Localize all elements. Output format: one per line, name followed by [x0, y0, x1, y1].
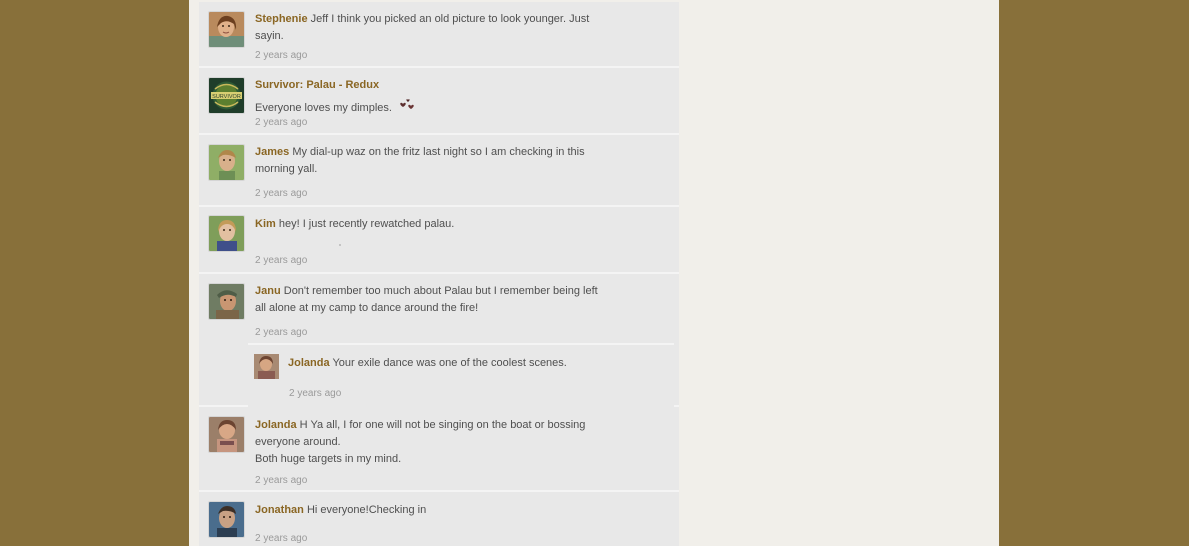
- comment-post: SURVIVOR Survivor: Palau - Redux Everyon…: [199, 68, 679, 135]
- svg-text:SURVIVOR: SURVIVOR: [212, 94, 241, 100]
- divider-dot: [339, 244, 341, 246]
- stephenie-avatar-icon[interactable]: [209, 12, 244, 47]
- reply-text: Your exile dance was one of the coolest …: [332, 357, 567, 369]
- comment-time: 2 years ago: [255, 475, 308, 486]
- comment-post: Janu Don't remember too much about Palau…: [199, 274, 679, 407]
- comment-body: Jonathan Hi everyone!Checking in: [255, 502, 605, 519]
- comment-text: My dial-up waz on the fritz last night s…: [255, 146, 585, 175]
- comment-post: Kim hey! I just recently rewatched palau…: [199, 207, 679, 274]
- comment-text: Hi everyone!Checking in: [306, 504, 427, 516]
- jolanda-avatar-icon[interactable]: [209, 417, 244, 452]
- comment-author[interactable]: Janu: [255, 285, 281, 297]
- comment-author[interactable]: Jonathan: [255, 504, 304, 516]
- comment-text: Don't remember too much about Palau but …: [255, 285, 598, 314]
- janu-avatar-icon[interactable]: [209, 284, 244, 319]
- comment-time: 2 years ago: [255, 50, 308, 61]
- comment-post: James My dial-up waz on the fritz last n…: [199, 135, 679, 207]
- reply-author[interactable]: Jolanda: [288, 357, 330, 369]
- jolanda-reply-avatar-icon[interactable]: [254, 354, 279, 379]
- comment-post: Stephenie Jeff I think you picked an old…: [199, 2, 679, 68]
- kim-avatar-icon[interactable]: [209, 216, 244, 251]
- comment-body: Stephenie Jeff I think you picked an old…: [255, 11, 605, 45]
- comment-text: H Ya all, I for one will not be singing …: [255, 419, 586, 448]
- comment-body: Jolanda H Ya all, I for one will not be …: [255, 417, 605, 468]
- comment-post: Jolanda H Ya all, I for one will not be …: [199, 407, 679, 492]
- comment-time: 2 years ago: [255, 188, 308, 199]
- comment-post: Jonathan Hi everyone!Checking in 2 years…: [199, 492, 679, 546]
- james-avatar-icon[interactable]: [209, 145, 244, 180]
- comment-author[interactable]: Kim: [255, 218, 276, 230]
- reply-comment: Jolanda Your exile dance was one of the …: [248, 343, 674, 407]
- reply-body: Jolanda Your exile dance was one of the …: [288, 355, 628, 372]
- reply-time: 2 years ago: [289, 388, 342, 399]
- comment-text: hey! I just recently rewatched palau.: [278, 218, 455, 230]
- jonathan-avatar-icon[interactable]: [209, 502, 244, 537]
- comment-time: 2 years ago: [255, 117, 308, 128]
- comment-author[interactable]: James: [255, 146, 289, 158]
- comment-text: Everyone loves my dimples.: [255, 102, 392, 114]
- comment-body: Kim hey! I just recently rewatched palau…: [255, 216, 605, 233]
- comment-body: Janu Don't remember too much about Palau…: [255, 283, 605, 317]
- comment-time: 2 years ago: [255, 327, 308, 338]
- comment-author[interactable]: Survivor: Palau - Redux: [255, 77, 605, 94]
- comment-time: 2 years ago: [255, 533, 308, 544]
- comment-feed: Stephenie Jeff I think you picked an old…: [199, 0, 679, 546]
- comment-author[interactable]: Jolanda: [255, 419, 297, 431]
- comment-time: 2 years ago: [255, 255, 308, 266]
- comment-body: Survivor: Palau - Redux Everyone loves m…: [255, 77, 605, 117]
- comment-body: James My dial-up waz on the fritz last n…: [255, 144, 605, 178]
- hearts-emoji-icon: [399, 97, 417, 115]
- page-panel: Stephenie Jeff I think you picked an old…: [189, 0, 999, 546]
- comment-author[interactable]: Stephenie: [255, 13, 308, 25]
- comment-text-line2: Both huge targets in my mind.: [255, 453, 402, 465]
- survivor-logo-icon[interactable]: SURVIVOR: [209, 78, 244, 113]
